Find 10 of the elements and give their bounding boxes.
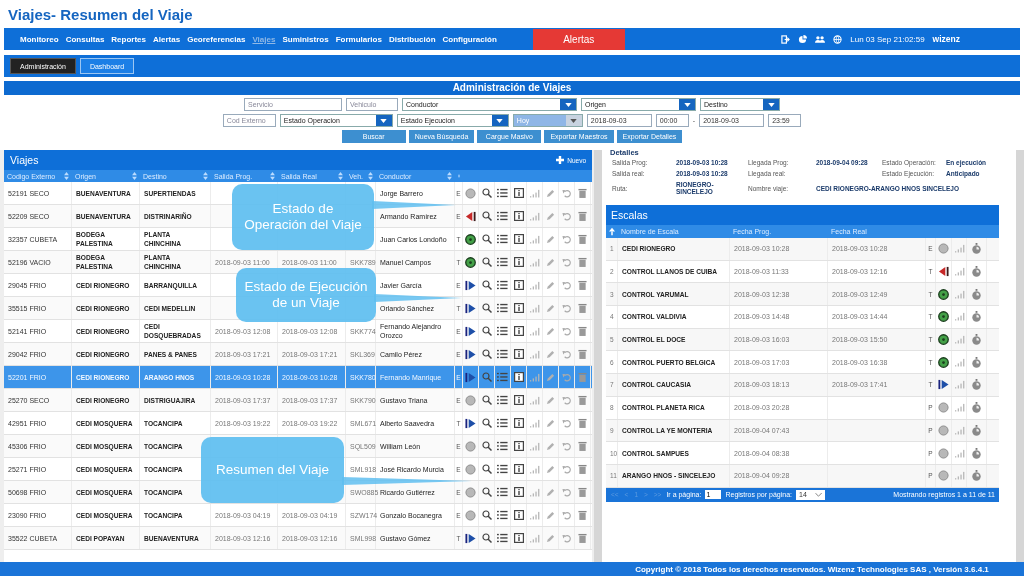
callout-tooltip: Estado de Operación del Viaje bbox=[232, 184, 374, 250]
panel-title: Administración de Viajes bbox=[4, 81, 1020, 95]
callout-tooltip: Estado de Ejecución de un Viaje bbox=[236, 268, 376, 322]
callout-tooltip: Resumen del Viaje bbox=[201, 437, 344, 503]
footer: Copyright © 2018 Todos los derechos reservados. Wizenz Technologies SAS , Versión 3.6.4.1 bbox=[0, 562, 1024, 576]
panel-title: Escalas bbox=[611, 209, 648, 221]
panel-title: Viajes bbox=[10, 154, 39, 166]
page-title: Viajes- Resumen del Viaje bbox=[8, 5, 193, 23]
user-name: wizenz bbox=[932, 34, 960, 44]
date-time: Lun 03 Sep 21:02:59 bbox=[850, 34, 925, 44]
